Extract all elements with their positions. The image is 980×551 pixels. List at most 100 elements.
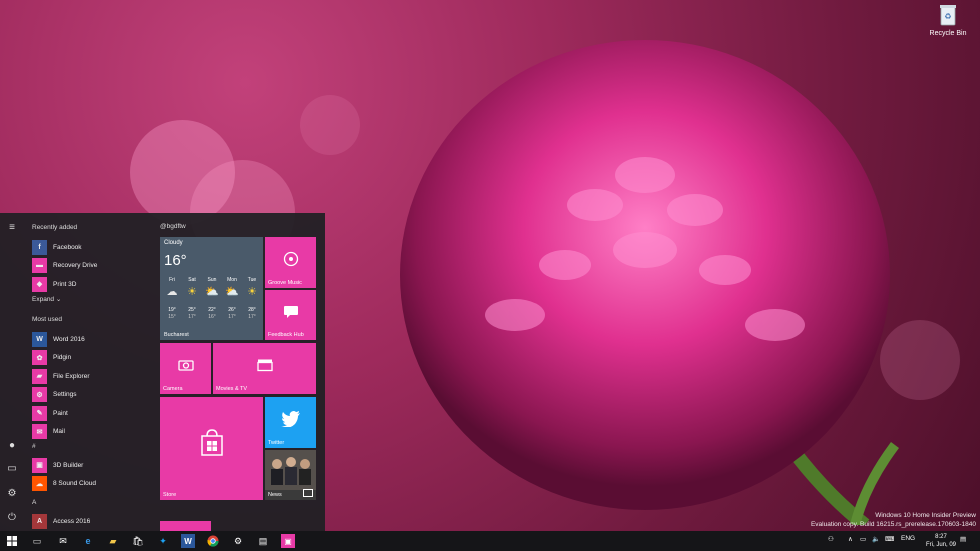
- settings-gear-icon[interactable]: ⚙: [6, 488, 18, 500]
- forecast-day: Sat: [188, 277, 196, 283]
- partial-tile[interactable]: [160, 521, 211, 531]
- twitter-tile[interactable]: Twitter: [265, 397, 316, 448]
- tiles-area: @bgdftw Cloudy 16° Bucharest Fri ☁ 19° 15° S…: [158, 213, 323, 531]
- weather-tile[interactable]: Cloudy 16° Bucharest Fri ☁ 19° 15° Sat ☀ 25° 17…: [160, 237, 263, 340]
- forecast-low: 17°: [228, 314, 236, 320]
- app-item[interactable]: ◆ Print 3D: [32, 276, 76, 292]
- movies-tv-tile[interactable]: Movies & TV: [213, 343, 316, 394]
- news-tile-badge-icon: [303, 489, 313, 497]
- clock[interactable]: 8:27 Fri, Jun, 09: [926, 533, 956, 549]
- app-item[interactable]: ▬ Recovery Drive: [32, 258, 98, 273]
- documents-icon[interactable]: ▭: [6, 463, 18, 475]
- store-taskbar-icon[interactable]: 🛍: [131, 534, 145, 548]
- mail-taskbar-icon[interactable]: ✉: [56, 534, 70, 548]
- mail-icon: ✉: [32, 424, 47, 439]
- app-item[interactable]: ✿ Pidgin: [32, 350, 72, 365]
- forecast-day: Fri: [169, 277, 175, 283]
- language-indicator[interactable]: ENG: [901, 535, 915, 542]
- forecast-high: 26°: [228, 307, 236, 313]
- cloud-rain-icon: ☁: [166, 286, 178, 298]
- bokeh-light: [300, 95, 360, 155]
- app-item-label: Paint: [53, 409, 68, 417]
- soundcloud-icon: ☁: [32, 476, 47, 491]
- twitter-bird-icon: [280, 411, 300, 428]
- show-hidden-icons-chevron-icon[interactable]: ∧: [848, 535, 853, 543]
- forecast-day: Sun: [207, 277, 217, 283]
- chevron-down-icon: ⌄: [55, 296, 62, 303]
- pink-app-taskbar-icon[interactable]: ▣: [281, 534, 295, 548]
- recycle-bin-label: Recycle Bin: [929, 30, 967, 37]
- weather-temperature: 16°: [164, 252, 187, 269]
- word-taskbar-icon[interactable]: W: [181, 534, 195, 548]
- forecast-low: 17°: [188, 314, 196, 320]
- app-item[interactable]: ✎ Paint: [32, 405, 68, 421]
- edge-browser-icon[interactable]: e: [81, 534, 95, 548]
- app-item[interactable]: ⚙ Settings: [32, 387, 77, 402]
- camera-label: Camera: [163, 386, 183, 392]
- news-tile[interactable]: News: [265, 450, 316, 500]
- clock-date: Fri, Jun, 09: [925, 542, 956, 548]
- section-header-a: A: [32, 499, 37, 506]
- pidgin-icon: ✿: [32, 350, 47, 365]
- print-3d-icon: ◆: [32, 276, 47, 292]
- svg-text:♻: ♻: [944, 12, 951, 21]
- app-item[interactable]: ✉ Mail: [32, 424, 65, 439]
- app-item[interactable]: ☁ 8 Sound Cloud: [32, 476, 96, 491]
- expand-button[interactable]: Expand ⌄: [32, 295, 61, 303]
- feedback-hub-icon: [283, 306, 298, 318]
- app-item-label: Recovery Drive: [53, 262, 98, 269]
- twitter-taskbar-icon[interactable]: ✦: [156, 534, 170, 548]
- people-icon[interactable]: ⚇: [828, 535, 834, 543]
- settings-icon: ⚙: [32, 387, 47, 402]
- app-item[interactable]: A Access 2016: [32, 513, 90, 529]
- twitter-label: Twitter: [268, 440, 285, 446]
- app-item-label: Word 2016: [53, 335, 85, 343]
- app-item-label: Mail: [53, 428, 65, 435]
- forecast-low: 16°: [208, 314, 216, 320]
- section-header-recently-added: Recently added: [32, 224, 78, 231]
- app-item-label: File Explorer: [53, 372, 90, 380]
- app-list: Recently added Expand ⌄ Most used # A fF…: [28, 213, 152, 531]
- network-icon[interactable]: ▭: [860, 535, 866, 543]
- paint-icon: ✎: [32, 405, 47, 421]
- news-photo-image: [265, 450, 316, 490]
- file-explorer-taskbar-icon[interactable]: ▰: [106, 534, 120, 548]
- hamburger-menu-icon[interactable]: ≡: [6, 222, 18, 234]
- power-icon[interactable]: ⏻: [6, 512, 18, 524]
- forecast-day: Tue: [247, 277, 257, 283]
- recovery-drive-icon: ▬: [32, 258, 47, 273]
- camera-tile[interactable]: Camera: [160, 343, 211, 394]
- user-avatar-icon[interactable]: ●: [6, 440, 18, 452]
- app-item[interactable]: ▰ File Explorer: [32, 368, 90, 384]
- app-item[interactable]: W Word 2016: [32, 331, 85, 347]
- settings-taskbar-icon[interactable]: ⚙: [231, 534, 245, 548]
- task-view-icon[interactable]: ▭: [30, 534, 44, 548]
- app-item[interactable]: ▣ 3D Builder: [32, 457, 83, 473]
- volume-icon[interactable]: 🔈: [872, 535, 880, 543]
- section-header-most-used: Most used: [32, 316, 62, 323]
- partly-cloudy-icon: ⛅: [205, 286, 219, 298]
- movies-taskbar-icon[interactable]: ▤: [256, 534, 270, 548]
- groove-music-label: Groove Music: [268, 280, 302, 286]
- access-icon: A: [32, 513, 47, 529]
- store-tile[interactable]: Store: [160, 397, 263, 500]
- app-item[interactable]: f Facebook: [32, 239, 82, 255]
- forecast-low: 15°: [168, 314, 176, 320]
- start-menu: ≡ ● ▭ ⚙ ⏻ Recently added Expand ⌄ Most u…: [0, 213, 325, 531]
- sun-icon: ☀: [187, 286, 197, 298]
- expand-label: Expand: [32, 296, 55, 303]
- start-button-windows-icon[interactable]: [5, 534, 19, 548]
- groove-music-tile[interactable]: Groove Music: [265, 237, 316, 288]
- forecast-high: 19°: [168, 307, 176, 313]
- recycle-bin-icon: ♻: [940, 5, 956, 26]
- weather-condition: Cloudy: [164, 240, 183, 246]
- camera-icon: [177, 360, 194, 372]
- keyboard-icon[interactable]: ⌨: [885, 535, 894, 543]
- app-item-label: Pidgin: [53, 354, 72, 361]
- action-center-icon[interactable]: ▤: [960, 535, 966, 543]
- dahlia-flower-image: [400, 40, 900, 525]
- file-explorer-icon: ▰: [32, 368, 47, 384]
- recycle-bin[interactable]: ♻ Recycle Bin: [928, 4, 968, 37]
- chrome-taskbar-icon[interactable]: [206, 534, 220, 548]
- feedback-hub-tile[interactable]: Feedback Hub: [265, 290, 316, 340]
